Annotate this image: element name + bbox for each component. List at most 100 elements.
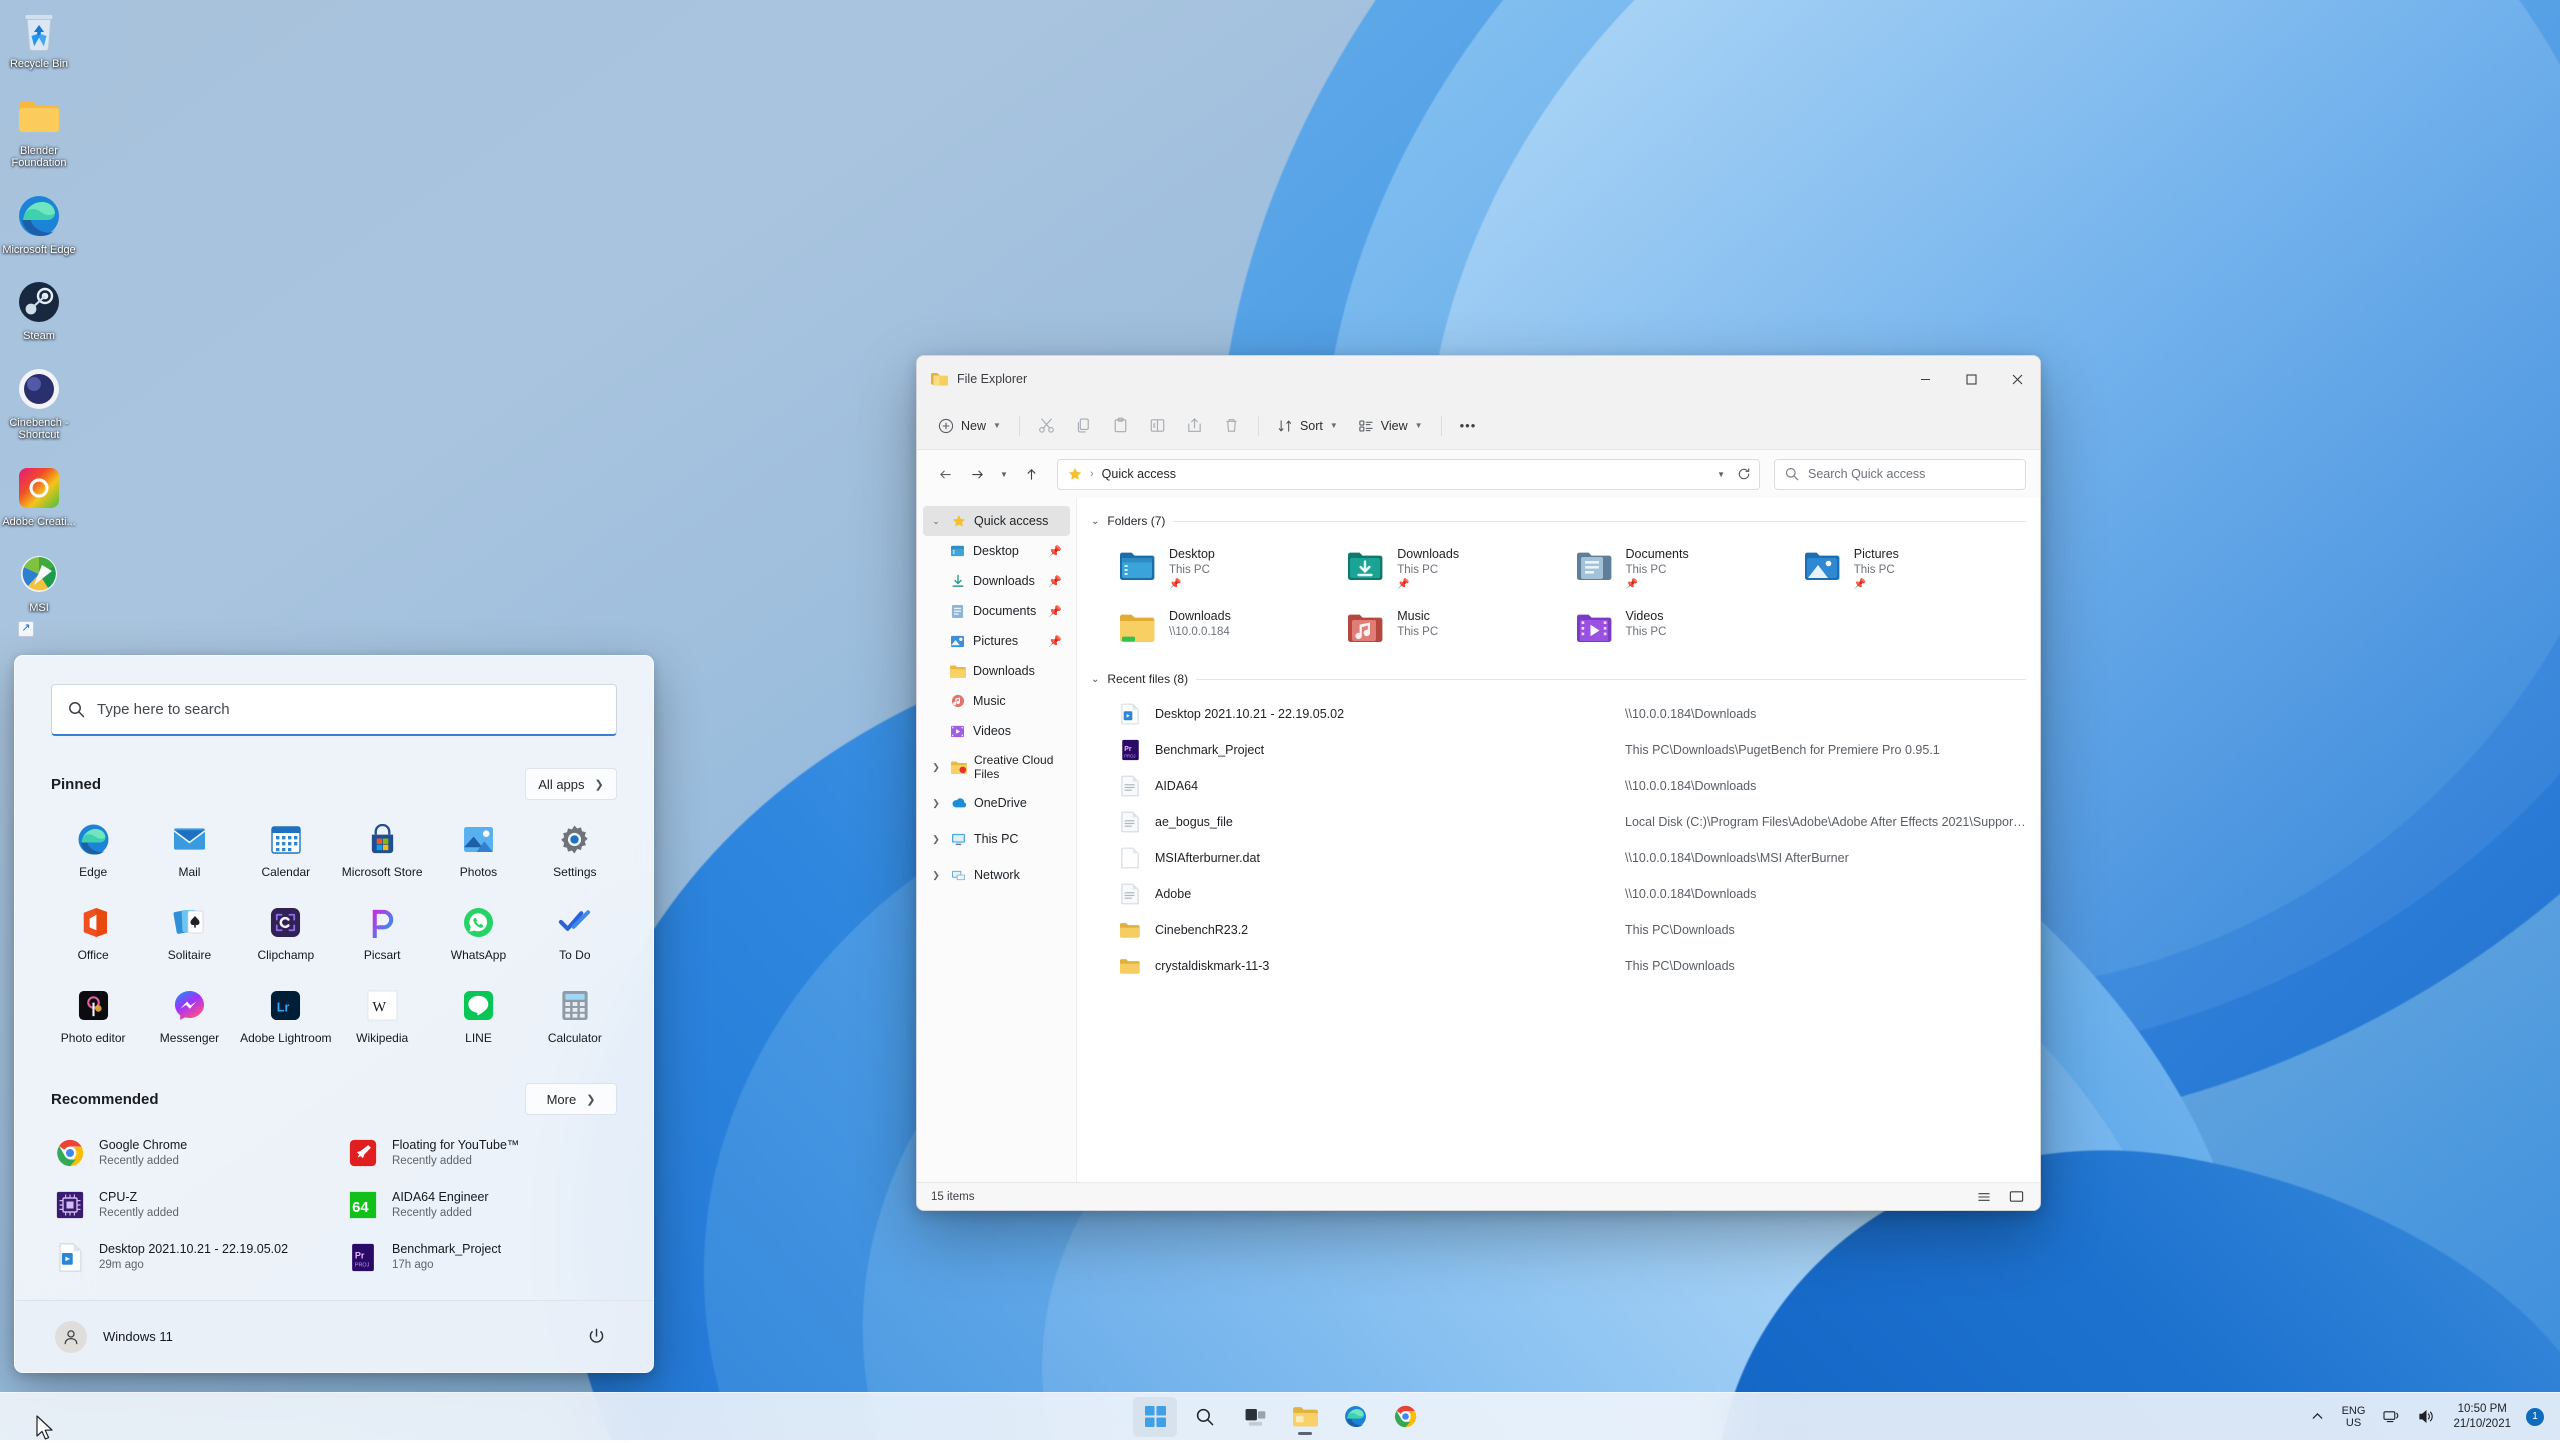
start-button[interactable] [1133, 1397, 1177, 1437]
sort-button[interactable]: Sort ▼ [1268, 409, 1347, 443]
table-row[interactable]: Adobe \\10.0.0.184\Downloads [1113, 876, 2026, 912]
more-button[interactable]: More ❯ [525, 1083, 617, 1115]
recommended-item-google-chrome[interactable]: Google Chrome Recently added [45, 1129, 330, 1177]
nav-item-music[interactable]: Music [923, 686, 1070, 716]
pinned-app-messenger[interactable]: Messenger [141, 980, 237, 1051]
address-dropdown-icon[interactable]: ▼ [1717, 470, 1725, 479]
pinned-app-photo-editor[interactable]: Photo editor [45, 980, 141, 1051]
folder-tile-desktop[interactable]: Desktop This PC 📌 [1113, 540, 1341, 596]
table-row[interactable]: CinebenchR23.2 This PC\Downloads [1113, 912, 2026, 948]
folder-tile-downloads[interactable]: Downloads This PC 📌 [1341, 540, 1569, 596]
recommended-item-benchmark-project[interactable]: Pr PROJ Benchmark_Project 17h ago [338, 1233, 623, 1281]
table-row[interactable]: AIDA64 \\10.0.0.184\Downloads [1113, 768, 2026, 804]
nav-item-quick-access[interactable]: ⌄ Quick access [923, 506, 1070, 536]
chevron-down-icon[interactable]: ⌄ [929, 516, 943, 527]
explorer-search-input[interactable]: Search Quick access [1774, 459, 2026, 490]
copy-button[interactable] [1066, 409, 1101, 443]
nav-item-this-pc[interactable]: ❯ This PC [923, 824, 1070, 854]
pinned-app-microsoft-store[interactable]: Microsoft Store [334, 814, 430, 885]
table-row[interactable]: Desktop 2021.10.21 - 22.19.05.02 \\10.0.… [1113, 696, 2026, 732]
folder-tile-music[interactable]: Music This PC [1341, 602, 1569, 654]
desktop-icon-recycle-bin[interactable]: Recycle Bin [0, 6, 78, 71]
pinned-app-line[interactable]: LINE [430, 980, 526, 1051]
nav-item-creative-cloud-files[interactable]: ❯ Creative Cloud Files [923, 752, 1070, 782]
pinned-app-to-do[interactable]: To Do [527, 897, 623, 968]
user-account-button[interactable]: Windows 11 [55, 1321, 173, 1353]
new-button[interactable]: New ▼ [929, 409, 1010, 443]
power-button[interactable] [579, 1320, 613, 1354]
search-button[interactable] [1183, 1397, 1227, 1437]
pinned-app-adobe-lightroom[interactable]: Lr Adobe Lightroom [238, 980, 334, 1051]
pinned-app-settings[interactable]: Settings [527, 814, 623, 885]
view-button[interactable]: View ▼ [1349, 409, 1432, 443]
nav-item-downloads[interactable]: Downloads 📌 [923, 566, 1070, 596]
details-view-icon[interactable] [1974, 1187, 1994, 1207]
folder-tile-downloads-network[interactable]: Downloads \\10.0.0.184 [1113, 602, 1341, 654]
start-search-input[interactable]: Type here to search [51, 684, 617, 736]
task-view-button[interactable] [1233, 1397, 1277, 1437]
cut-button[interactable] [1029, 409, 1064, 443]
rename-button[interactable] [1140, 409, 1175, 443]
nav-item-pictures[interactable]: Pictures 📌 [923, 626, 1070, 656]
paste-button[interactable] [1103, 409, 1138, 443]
share-button[interactable] [1177, 409, 1212, 443]
recommended-item-aida64-engineer[interactable]: 64 AIDA64 Engineer Recently added [338, 1181, 623, 1229]
chevron-right-icon[interactable]: ❯ [929, 762, 943, 773]
desktop-icon-msi[interactable]: ↗ MSI [0, 550, 78, 615]
desktop-icon-adobe-creative-cloud[interactable]: ↗ Adobe Creati... [0, 464, 78, 529]
nav-item-desktop[interactable]: Desktop 📌 [923, 536, 1070, 566]
desktop-icon-cinebench[interactable]: ↗ Cinebench - Shortcut [0, 365, 78, 442]
pinned-app-office[interactable]: Office [45, 897, 141, 968]
desktop-icon-microsoft-edge[interactable]: ↗ Microsoft Edge [0, 192, 78, 257]
network-button[interactable] [2374, 1397, 2409, 1437]
chevron-down-icon[interactable]: ⌄ [1091, 674, 1099, 685]
pinned-app-calculator[interactable]: Calculator [527, 980, 623, 1051]
back-button[interactable] [931, 460, 959, 488]
folder-tile-pictures[interactable]: Pictures This PC 📌 [1798, 540, 2026, 596]
pinned-app-wikipedia[interactable]: W Wikipedia [334, 980, 430, 1051]
edge-button[interactable] [1333, 1397, 1377, 1437]
nav-item-documents[interactable]: Documents 📌 [923, 596, 1070, 626]
language-indicator[interactable]: ENG US [2333, 1397, 2375, 1437]
up-button[interactable] [1017, 460, 1045, 488]
chrome-button[interactable] [1383, 1397, 1427, 1437]
recommended-item-cpu-z[interactable]: CPU-Z Recently added [45, 1181, 330, 1229]
desktop-icon-steam[interactable]: ↗ Steam [0, 278, 78, 343]
recent-files-group-header[interactable]: ⌄ Recent files (8) [1091, 672, 2026, 686]
volume-button[interactable] [2409, 1397, 2444, 1437]
pinned-app-calendar[interactable]: Calendar [238, 814, 334, 885]
more-options-button[interactable]: ••• [1451, 409, 1486, 443]
nav-item-network[interactable]: ❯ Network [923, 860, 1070, 890]
pinned-app-photos[interactable]: Photos [430, 814, 526, 885]
minimize-button[interactable] [1902, 356, 1948, 402]
table-row[interactable]: MSIAfterburner.dat \\10.0.0.184\Download… [1113, 840, 2026, 876]
delete-button[interactable] [1214, 409, 1249, 443]
desktop-icon-blender-foundation[interactable]: Blender Foundation [0, 93, 78, 170]
pinned-app-edge[interactable]: Edge [45, 814, 141, 885]
file-explorer-titlebar[interactable]: File Explorer [917, 356, 2040, 402]
chevron-right-icon[interactable]: ❯ [929, 798, 943, 809]
pinned-app-solitaire[interactable]: Solitaire [141, 897, 237, 968]
recommended-item-floating-for-youtube[interactable]: Floating for YouTube™ Recently added [338, 1129, 623, 1177]
maximize-button[interactable] [1948, 356, 1994, 402]
clock-button[interactable]: 10:50 PM 21/10/2021 [2444, 1397, 2520, 1437]
forward-button[interactable] [963, 460, 991, 488]
notification-badge[interactable]: 1 [2526, 1408, 2544, 1426]
chevron-right-icon[interactable]: ❯ [929, 834, 943, 845]
nav-item-videos[interactable]: Videos [923, 716, 1070, 746]
folders-group-header[interactable]: ⌄ Folders (7) [1091, 514, 2026, 528]
pinned-app-clipchamp[interactable]: Clipchamp [238, 897, 334, 968]
table-row[interactable]: ae_bogus_file Local Disk (C:)\Program Fi… [1113, 804, 2026, 840]
recent-locations-button[interactable]: ▼ [995, 460, 1013, 488]
address-bar[interactable]: › Quick access ▼ [1057, 459, 1760, 490]
table-row[interactable]: Pr PROJ Benchmark_Project This PC\Downlo… [1113, 732, 2026, 768]
chevron-right-icon[interactable]: ❯ [929, 870, 943, 881]
folder-tile-documents[interactable]: Documents This PC 📌 [1570, 540, 1798, 596]
large-icons-view-icon[interactable] [2006, 1187, 2026, 1207]
recommended-item-desktop-recording[interactable]: Desktop 2021.10.21 - 22.19.05.02 29m ago [45, 1233, 330, 1281]
pinned-app-mail[interactable]: Mail [141, 814, 237, 885]
show-hidden-icons-button[interactable] [2302, 1397, 2333, 1437]
table-row[interactable]: crystaldiskmark-11-3 This PC\Downloads [1113, 948, 2026, 984]
close-button[interactable] [1994, 356, 2040, 402]
file-explorer-button[interactable] [1283, 1397, 1327, 1437]
